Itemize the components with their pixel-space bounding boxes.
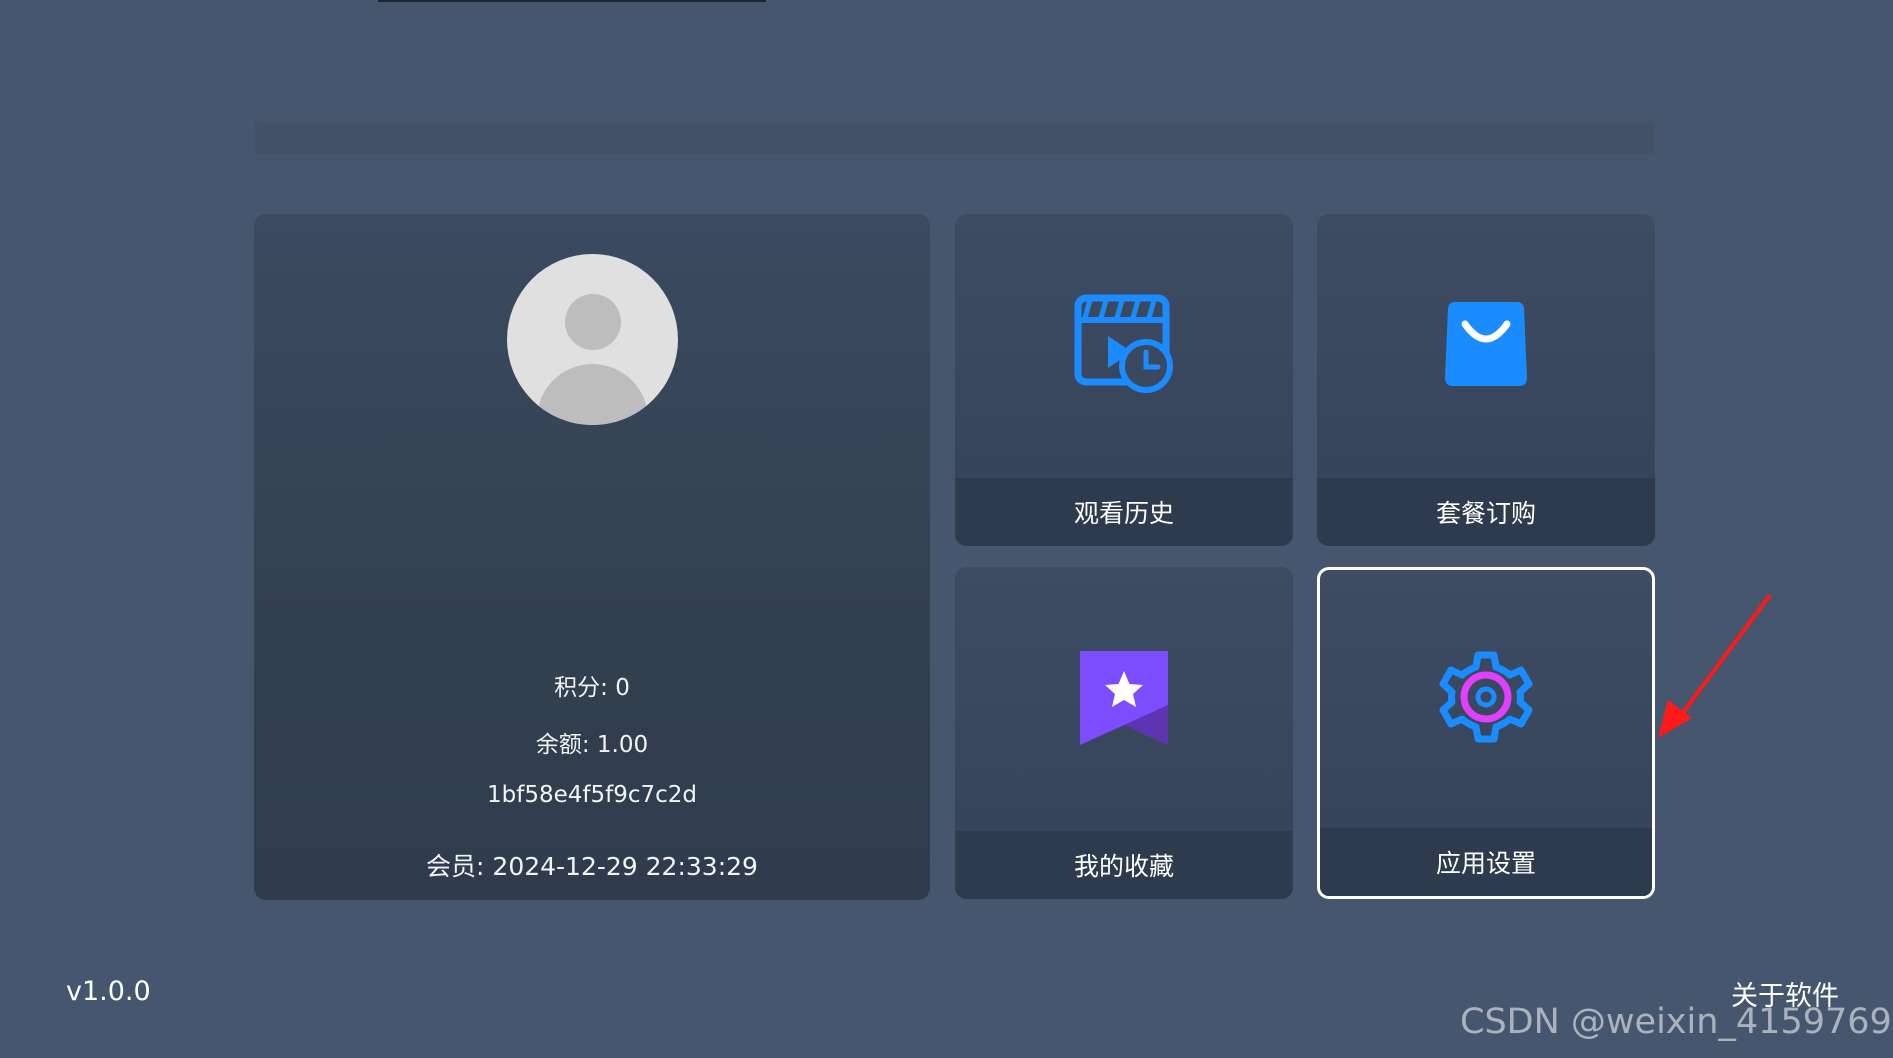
red-arrow-annotation [1658,593,1772,738]
top-bar [254,121,1655,154]
watermark-text: CSDN @weixin_41597699 [1460,1002,1893,1042]
user-id-text: 1bf58e4f5f9c7c2d [487,782,697,808]
gear-icon [1320,645,1652,755]
video-history-icon [955,292,1293,402]
balance-text: 余额: 1.00 [535,732,649,758]
tile-my-favorites[interactable]: 我的收藏 [955,567,1293,899]
points-text: 积分: 0 [554,675,630,701]
avatar-head [565,294,621,350]
app-screen: 积分: 0 余额: 1.00 1bf58e4f5f9c7c2d 会员: 2024… [0,0,1893,1058]
member-expiry-text: 会员: 2024-12-29 22:33:29 [426,852,758,881]
tile-label: 观看历史 [955,478,1293,546]
top-indicator-line [378,0,766,2]
shopping-bag-icon [1317,292,1655,402]
avatar [507,254,678,425]
avatar-body [537,364,648,425]
tile-app-settings[interactable]: 应用设置 [1317,567,1655,899]
tile-label: 我的收藏 [955,831,1293,899]
tile-watch-history[interactable]: 观看历史 [955,214,1293,546]
tile-label: 套餐订购 [1317,478,1655,546]
version-text: v1.0.0 [66,976,151,1007]
tile-label: 应用设置 [1320,828,1652,896]
profile-card[interactable]: 积分: 0 余额: 1.00 1bf58e4f5f9c7c2d 会员: 2024… [254,214,930,900]
bookmark-star-icon [955,645,1293,755]
tile-package-subscribe[interactable]: 套餐订购 [1317,214,1655,546]
